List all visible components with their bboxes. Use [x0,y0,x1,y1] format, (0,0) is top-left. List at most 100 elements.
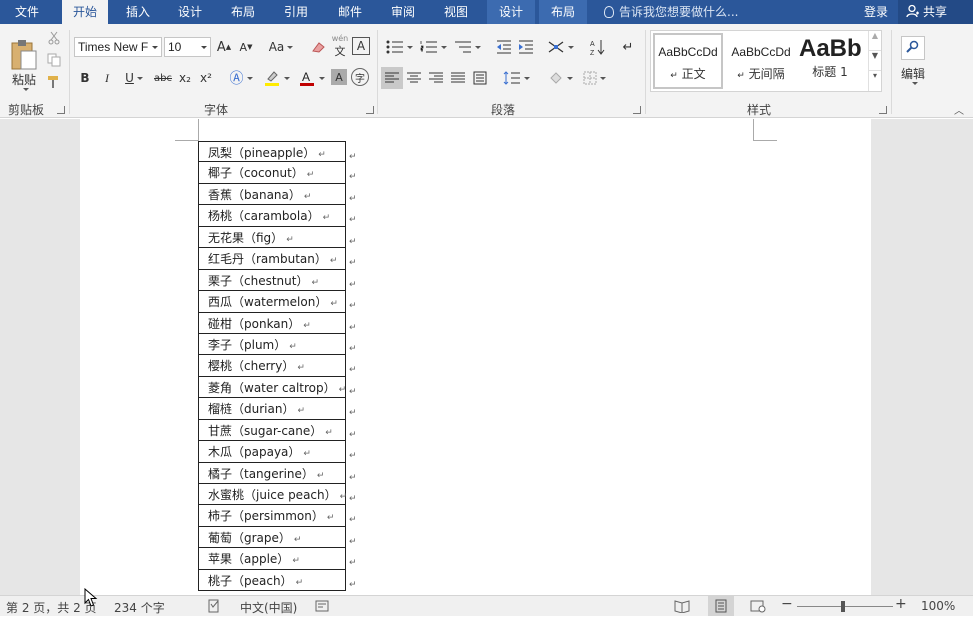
bold-button[interactable]: B [76,69,94,87]
language-indicator[interactable]: 中文(中国) [240,599,297,616]
superscript-button[interactable]: x² [197,69,215,87]
zoom-slider-thumb[interactable] [841,601,845,612]
paste-button[interactable]: 粘贴 [6,32,42,98]
clear-formatting-button[interactable] [308,37,328,57]
borders-button[interactable] [578,68,610,88]
scroll-up-icon[interactable]: ▲ [869,31,881,51]
styles-scroll[interactable]: ▲ ▼ ▾ [868,31,881,91]
web-layout-icon[interactable] [750,599,766,616]
zoom-in-button[interactable]: + [895,596,907,612]
style-no-spacing[interactable]: AaBbCcDd ↵ 无间隔 [727,33,795,89]
more-styles-icon[interactable]: ▾ [869,71,881,91]
tab-table-design[interactable]: 设计 [487,0,535,24]
zoom-slider[interactable] [797,606,893,607]
character-shading-button[interactable]: A [331,69,347,85]
table-row[interactable]: 无花果（fig） ↵ ↵ [199,227,357,249]
login-link[interactable]: 登录 [864,0,888,24]
font-size-select[interactable]: 10 [164,37,211,57]
font-name-select[interactable]: Times New F [74,37,162,57]
table-row[interactable]: 椰子（coconut） ↵ ↵ [199,162,357,184]
shrink-font-button[interactable]: A ▼ [236,37,256,57]
zoom-out-button[interactable]: − [781,596,793,612]
style-heading-1[interactable]: AaBb 标题 1 [799,33,861,89]
tab-review[interactable]: 审阅 [380,0,426,24]
shading-button[interactable] [544,68,576,88]
table-row[interactable]: 樱桃（cherry） ↵ ↵ [199,355,357,377]
numbering-button[interactable] [418,38,448,56]
tab-mailings[interactable]: 邮件 [327,0,373,24]
align-right-button[interactable] [426,68,446,88]
font-color-button[interactable]: A [295,69,327,87]
read-mode-icon[interactable] [674,599,690,616]
decrease-indent-button[interactable] [494,38,514,56]
table-row[interactable]: 栗子（chestnut） ↵ ↵ [199,270,357,292]
bullets-button[interactable] [384,38,414,56]
tab-table-layout[interactable]: 布局 [539,0,587,24]
tell-me-search[interactable]: 告诉我您想要做什么... [604,0,738,24]
paragraph-launcher-icon[interactable] [633,106,641,114]
table-row[interactable]: 葡萄（grape） ↵ ↵ [199,527,357,549]
table-row[interactable]: 甘蔗（sugar-cane） ↵ ↵ [199,420,357,442]
table-row[interactable]: 木瓜（papaya） ↵ ↵ [199,441,357,463]
table-row[interactable]: 榴梿（durian） ↵ ↵ [199,398,357,420]
fruit-table[interactable]: 凤梨（pineapple） ↵ ↵ 椰子（coconut） ↵ ↵ 香蕉（banana） ↵ ↵… [198,141,357,592]
character-border-button[interactable]: A [352,37,370,55]
distributed-button[interactable] [470,68,490,88]
tab-insert[interactable]: 插入 [116,0,160,24]
underline-button[interactable]: U [120,69,148,87]
page-count[interactable]: 第 2 页，共 2 页 [6,599,97,616]
clipboard-launcher-icon[interactable] [57,106,65,114]
table-row[interactable]: 红毛丹（rambutan） ↵ ↵ [199,248,357,270]
format-painter-button[interactable] [46,74,62,90]
tab-layout[interactable]: 布局 [221,0,265,24]
sort-button[interactable]: AZ [588,37,608,57]
table-row[interactable]: 香蕉（banana） ↵ ↵ [199,184,357,206]
tab-file[interactable]: 文件 [0,0,54,24]
asian-layout-button[interactable] [544,38,576,56]
highlight-color-button[interactable] [260,69,292,87]
font-launcher-icon[interactable] [366,106,374,114]
align-left-button[interactable] [381,67,403,89]
proofing-icon[interactable] [207,599,221,616]
print-layout-icon[interactable] [708,596,734,616]
table-row[interactable]: 凤梨（pineapple） ↵ ↵ [199,141,357,163]
scroll-down-icon[interactable]: ▼ [869,51,881,71]
word-count[interactable]: 234 个字 [114,599,165,616]
editing-button[interactable]: 编辑 [897,30,929,90]
table-row[interactable]: 柿子（persimmon） ↵ ↵ [199,505,357,527]
table-row[interactable]: 西瓜（watermelon） ↵ ↵ [199,291,357,313]
macro-icon[interactable] [315,599,329,616]
line-spacing-button[interactable] [500,68,532,88]
tab-view[interactable]: 视图 [433,0,479,24]
phonetic-guide-button[interactable]: wén 文 [330,34,350,58]
table-row[interactable]: 橘子（tangerine） ↵ ↵ [199,463,357,484]
document-page[interactable]: 凤梨（pineapple） ↵ ↵ 椰子（coconut） ↵ ↵ 香蕉（banana） ↵ ↵… [80,119,871,595]
zoom-level[interactable]: 100% [921,599,955,613]
multilevel-list-button[interactable] [452,38,482,56]
justify-button[interactable] [448,68,468,88]
table-row[interactable]: 菱角（water caltrop） ↵ ↵ [199,377,357,399]
styles-launcher-icon[interactable] [879,106,887,114]
increase-indent-button[interactable] [516,38,536,56]
grow-font-button[interactable]: A ▲ [214,37,234,57]
style-normal[interactable]: AaBbCcDd ↵ 正文 [653,33,723,89]
table-row[interactable]: 李子（plum） ↵ ↵ [199,334,357,356]
cut-button[interactable] [46,30,62,46]
tab-design[interactable]: 设计 [168,0,212,24]
tab-home[interactable]: 开始 [62,0,108,24]
table-row[interactable]: 水蜜桃（juice peach） ↵ ↵ [199,484,357,506]
subscript-button[interactable]: x₂ [176,69,194,87]
table-row[interactable]: 苹果（apple） ↵ ↵ [199,548,357,570]
strikethrough-button[interactable]: abc [152,69,174,87]
italic-button[interactable]: I [98,69,116,87]
share-button[interactable]: 共享 [898,0,973,24]
align-center-button[interactable] [404,68,424,88]
text-effects-button[interactable]: Ⓐ [226,69,256,87]
show-marks-button[interactable]: ↵ [618,37,638,57]
table-row[interactable]: 杨桃（carambola） ↵ ↵ [199,205,357,227]
collapse-ribbon-icon[interactable]: ︿ [952,104,966,117]
change-case-button[interactable]: Aa [266,37,296,57]
table-row[interactable]: 碰柑（ponkan） ↵ ↵ [199,313,357,334]
table-row[interactable]: 桃子（peach） ↵ ↵ [199,570,357,592]
enclose-characters-button[interactable]: 字 [351,68,369,86]
